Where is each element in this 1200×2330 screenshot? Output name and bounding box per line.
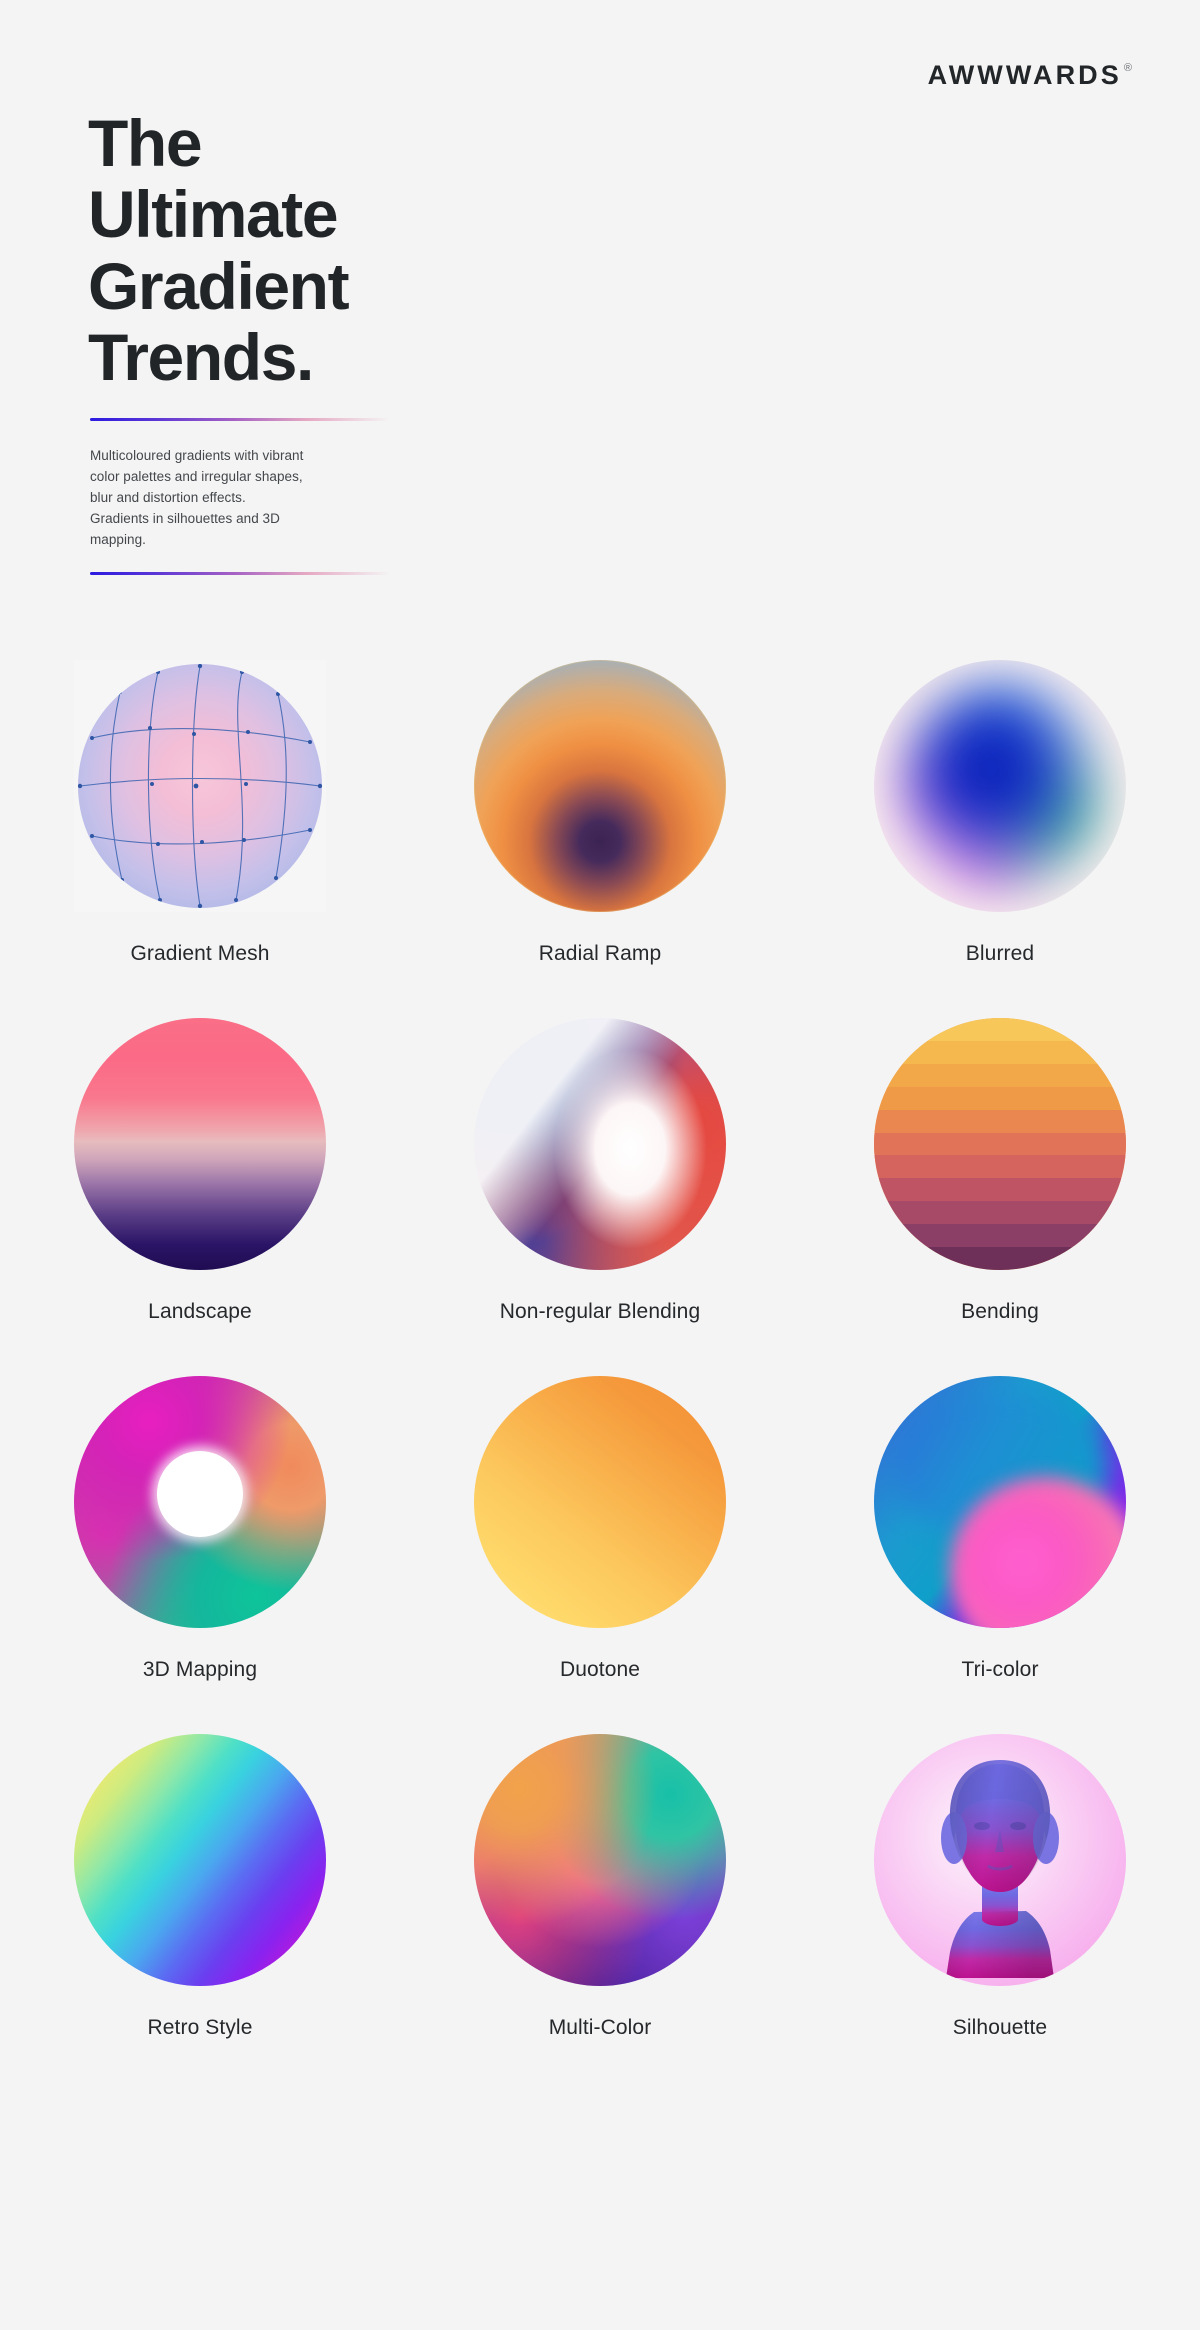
bending-band [874,1132,1126,1156]
page-title: The Ultimate Gradient Trends. [88,106,350,394]
gradient-divider-top [90,418,390,421]
bending-band [874,1063,1126,1087]
intro-block: Multicoloured gradients with vibrant col… [90,418,390,576]
swatch-label: Non-regular Blending [499,1300,701,1323]
swatch-label: Retro Style [147,2016,253,2039]
swatch-multi-color [474,1734,726,1986]
bending-band [874,1109,1126,1133]
bending-band [874,1201,1126,1225]
gradient-card-silhouette: Silhouette [800,1734,1200,2040]
intro-description: Multicoloured gradients with vibrant col… [90,448,304,548]
swatch-label: Multi-Color [548,2016,652,2039]
gradient-card-tri-color: Tri-color [800,1376,1200,1682]
swatch-label: Radial Ramp [538,942,662,965]
swatch-silhouette [874,1734,1126,1986]
mesh-canvas [74,660,326,912]
swatch-radial-ramp [474,660,726,912]
gradient-card-3d-mapping: 3D Mapping [0,1376,400,1682]
gradient-card-landscape: Landscape [0,1018,400,1324]
swatch-label: Landscape [148,1300,252,1323]
mesh-wireframe-icon [78,664,322,908]
swatch-gradient-mesh [78,664,322,908]
swatch-label: Blurred [965,942,1035,965]
swatch-blurred [874,660,1126,912]
gradient-card-duotone: Duotone [400,1376,800,1682]
gradient-card-multi-color: Multi-Color [400,1734,800,2040]
bending-band [874,1040,1126,1064]
gradient-card-blurred: Blurred [800,660,1200,966]
brand-wordmark: AWWWARDS [927,60,1122,90]
swatch-tri-color [874,1376,1126,1628]
poster-root: AWWWARDS ® The Ultimate Gradient Trends.… [0,0,1200,2330]
bending-band [874,1224,1126,1248]
bending-band [874,1178,1126,1202]
gradient-card-retro-style: Retro Style [0,1734,400,2040]
bust-statue-icon [941,1760,1059,1978]
swatch-3d-mapping [74,1376,326,1628]
bending-band [874,1086,1126,1110]
registered-trademark-icon: ® [1123,62,1132,74]
swatch-wrap [874,1734,1126,1986]
gradient-card-bending: Bending [800,1018,1200,1324]
gradient-card-non-regular-blending: Non-regular Blending [400,1018,800,1324]
swatch-non-regular-blending [474,1018,726,1270]
bending-band [874,1018,1126,1041]
swatch-wrap [74,660,326,912]
swatch-bending [874,1018,1126,1270]
swatch-label: Gradient Mesh [130,942,270,965]
swatch-label: Silhouette [952,2016,1048,2039]
swatch-wrap [874,1018,1126,1270]
swatch-landscape [74,1018,326,1270]
awwwards-logo: AWWWARDS ® [928,62,1132,89]
swatch-label: Tri-color [961,1658,1039,1681]
gradient-divider-bottom [90,572,390,576]
gradient-card-radial-ramp: Radial Ramp [400,660,800,966]
swatch-wrap [874,1376,1126,1628]
swatch-wrap [74,1018,326,1270]
swatch-wrap [74,1376,326,1628]
swatch-duotone [474,1376,726,1628]
swatch-wrap [874,660,1126,912]
swatch-wrap [474,1376,726,1628]
swatch-label: Bending [961,1300,1039,1323]
swatch-retro-style [74,1734,326,1986]
gradient-card-gradient-mesh: Gradient Mesh [0,660,400,966]
swatch-wrap [74,1734,326,1986]
bending-band [874,1155,1126,1179]
swatch-label: 3D Mapping [142,1658,258,1681]
swatch-label: Duotone [559,1658,641,1681]
swatch-wrap [474,660,726,912]
gradient-grid: Gradient Mesh Radial Ramp Blurred Landsc… [0,660,1200,2040]
swatch-wrap [474,1734,726,1986]
swatch-wrap [474,1018,726,1270]
bending-band [874,1247,1126,1270]
